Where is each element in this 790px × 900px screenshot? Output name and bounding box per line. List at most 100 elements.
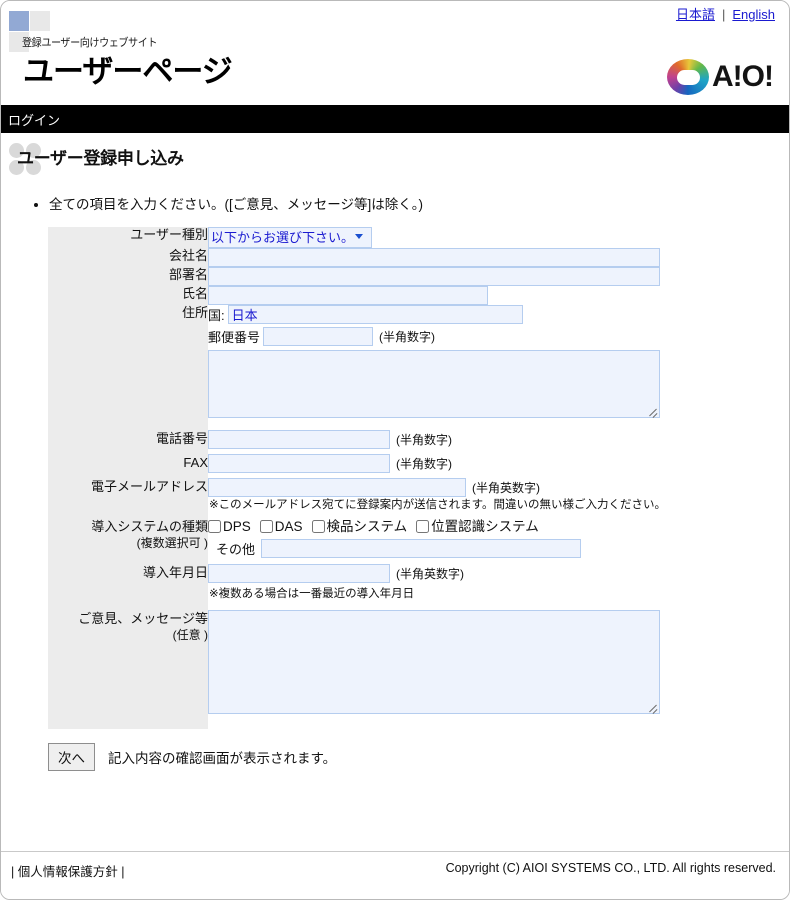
user-type-select[interactable]: 以下からお選び下さい。 [208, 227, 372, 248]
checkbox-text-das: DAS [274, 519, 303, 534]
checkbox-das[interactable] [259, 520, 273, 533]
form-row-tel: 電話番号 (半角数字) [48, 423, 710, 449]
system-type-other-row: その他 [208, 539, 710, 558]
label-fax: FAX [48, 449, 208, 473]
label-comment: ご意見、メッセージ等 (任意 ) [48, 602, 208, 729]
checkbox-dps[interactable] [208, 520, 221, 533]
form-row-user-type: ユーザー種別 以下からお選び下さい。 [48, 227, 710, 248]
checkbox-text-dps: DPS [223, 519, 251, 534]
note-email: ※このメールアドレス宛てに登録案内が送信されます。間違いの無い様ご入力ください。 [209, 499, 666, 511]
checkbox-label-das[interactable]: DAS [259, 519, 303, 534]
checkbox-label-dps[interactable]: DPS [208, 519, 251, 534]
field-email: (半角英数字) ※このメールアドレス宛てに登録案内が送信されます。間違いの無い様… [208, 473, 710, 513]
intro-text: 全ての項目を入力ください。([ご意見、メッセージ等]は除く。) [49, 195, 789, 215]
label-company: 会社名 [48, 248, 208, 267]
checkbox-label-positioning[interactable]: 位置認識システム [416, 519, 539, 534]
label-install-date: 導入年月日 [48, 558, 208, 602]
site-footer: | 個人情報保護方針 | Copyright (C) AIOI SYSTEMS … [1, 851, 789, 899]
hint-zip: (半角数字) [379, 330, 436, 344]
label-zip: 郵便番号 [208, 330, 261, 345]
page-container: 日本語 | English 登録ユーザー向けウェブサイト ユーザーページ A!O! … [0, 0, 790, 900]
hint-install-date: (半角英数字) [396, 567, 464, 581]
language-link-english[interactable]: English [732, 7, 775, 22]
field-fax: (半角数字) [208, 449, 710, 473]
name-input[interactable] [208, 286, 488, 305]
checkbox-positioning[interactable] [416, 520, 430, 533]
label-tel: 電話番号 [48, 423, 208, 449]
system-type-checkbox-group: DPS DAS 検品システム 位置認識システム [208, 518, 710, 536]
company-input[interactable] [208, 248, 660, 267]
label-country: 国: [208, 308, 225, 323]
field-system-type: DPS DAS 検品システム 位置認識システム その他 [208, 513, 710, 558]
page-title: ユーザー登録申し込み [17, 149, 184, 168]
address-country-row: 国: [208, 305, 710, 324]
email-input[interactable] [208, 478, 466, 497]
logo-ring-icon [667, 59, 710, 95]
logo-text: A!O! [712, 60, 774, 93]
label-name: 氏名 [48, 286, 208, 305]
form-row-email: 電子メールアドレス (半角英数字) ※このメールアドレス宛てに登録案内が送信され… [48, 473, 710, 513]
square-blue-icon [9, 11, 29, 31]
hint-email: (半角英数字) [472, 481, 540, 495]
site-header: 日本語 | English 登録ユーザー向けウェブサイト ユーザーページ A!O! [1, 1, 789, 105]
copyright-text: Copyright (C) AIOI SYSTEMS CO., LTD. All… [445, 861, 776, 875]
label-system-type-main: 導入システムの種類 [91, 519, 208, 534]
form-row-install-date: 導入年月日 (半角英数字) ※複数ある場合は一番最近の導入年月日 [48, 558, 710, 602]
page-title-section: ユーザー登録申し込み [1, 133, 789, 195]
intro-list: 全ての項目を入力ください。([ご意見、メッセージ等]は除く。) [1, 195, 789, 215]
address-zip-row: 郵便番号 (半角数字) [208, 327, 710, 346]
form-row-fax: FAX (半角数字) [48, 449, 710, 473]
main-content: ユーザー登録申し込み 全ての項目を入力ください。([ご意見、メッセージ等]は除く… [1, 133, 789, 853]
label-system-type-sub: (複数選択可 ) [136, 536, 208, 550]
navigation-bar: ログイン [1, 105, 789, 133]
next-button[interactable]: 次へ [48, 743, 95, 771]
field-name [208, 286, 710, 305]
checkbox-label-inspection[interactable]: 検品システム [311, 519, 408, 534]
nav-item-login[interactable]: ログイン [8, 110, 60, 129]
square-gray-icon [30, 11, 50, 31]
field-user-type: 以下からお選び下さい。 [208, 227, 710, 248]
address-detail-wrap [208, 350, 660, 418]
zip-input[interactable] [263, 327, 374, 346]
submit-section: 次へ 記入内容の確認画面が表示されます。 [48, 743, 789, 771]
label-other: その他 [216, 542, 256, 557]
language-switcher: 日本語 | English [676, 4, 775, 23]
fax-input[interactable] [208, 454, 390, 473]
field-address: 国: 郵便番号 (半角数字) [208, 305, 710, 423]
field-department [208, 267, 710, 286]
label-user-type: ユーザー種別 [48, 227, 208, 248]
registration-form: ユーザー種別 以下からお選び下さい。 会社名 部署名 氏名 住所 国: 日本 郵… [48, 227, 710, 729]
install-date-input[interactable] [208, 564, 390, 583]
label-comment-main: ご意見、メッセージ等 [78, 611, 208, 626]
form-row-comment: ご意見、メッセージ等 (任意 ) [48, 602, 710, 729]
form-row-name: 氏名 [48, 286, 710, 305]
department-input[interactable] [208, 267, 660, 286]
form-row-address: 住所 国: 郵便番号 (半角数字) [48, 305, 710, 423]
field-tel: (半角数字) [208, 423, 710, 449]
comment-textarea[interactable] [208, 610, 660, 714]
country-input[interactable] [227, 305, 523, 324]
form-row-system-type: 導入システムの種類 (複数選択可 ) DPS DAS 検品システム 位置認識システム … [48, 513, 710, 558]
language-separator: | [721, 7, 726, 22]
address-detail-textarea[interactable] [208, 350, 660, 418]
other-system-input[interactable] [261, 539, 582, 558]
field-company [208, 248, 710, 267]
checkbox-text-inspection: 検品システム [326, 519, 408, 534]
checkbox-inspection[interactable] [311, 520, 325, 533]
language-link-japanese[interactable]: 日本語 [676, 7, 715, 22]
aioi-logo: A!O! [667, 59, 774, 95]
label-system-type: 導入システムの種類 (複数選択可 ) [48, 513, 208, 558]
hint-fax: (半角数字) [396, 457, 452, 471]
submit-note: 記入内容の確認画面が表示されます。 [108, 751, 337, 766]
tel-input[interactable] [208, 430, 390, 449]
form-row-company: 会社名 [48, 248, 710, 267]
form-row-department: 部署名 [48, 267, 710, 286]
label-email: 電子メールアドレス [48, 473, 208, 513]
label-comment-sub: (任意 ) [172, 628, 208, 642]
field-install-date: (半角英数字) ※複数ある場合は一番最近の導入年月日 [208, 558, 710, 602]
privacy-policy-link[interactable]: | 個人情報保護方針 | [11, 861, 124, 880]
site-title: ユーザーページ [23, 54, 233, 89]
note-install-date: ※複数ある場合は一番最近の導入年月日 [209, 588, 415, 600]
label-department: 部署名 [48, 267, 208, 286]
field-comment [208, 602, 710, 729]
